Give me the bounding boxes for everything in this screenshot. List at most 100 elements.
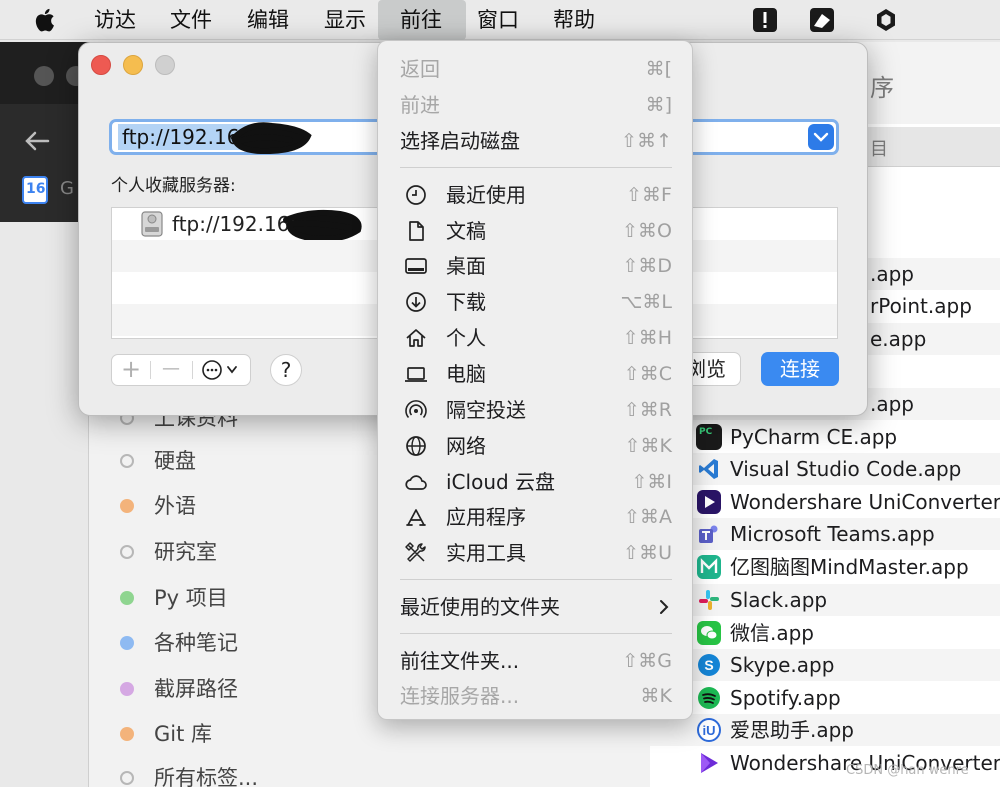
close-button[interactable] xyxy=(91,55,111,75)
hexagon-icon[interactable] xyxy=(872,6,900,34)
menu-item-forward[interactable]: 前进 ⌘] xyxy=(378,88,694,122)
app-name: rPoint.app xyxy=(870,294,972,318)
more-options-button[interactable] xyxy=(196,355,250,385)
app-row-aisi[interactable]: iU 爱思助手.app xyxy=(650,714,1000,746)
tag-dot xyxy=(120,727,134,741)
menu-item-shortcut: ⇧⌘F xyxy=(626,184,672,206)
menu-item-airdrop[interactable]: 隔空投送 ⇧⌘R xyxy=(378,393,694,427)
watermark: CSDN @han wenre xyxy=(846,763,969,778)
menu-item-connect-server[interactable]: 连接服务器... ⌘K xyxy=(378,679,694,713)
apps-icon xyxy=(406,509,426,526)
menu-item-label: 前进 xyxy=(400,93,440,117)
app-row-wechat[interactable]: 微信.app xyxy=(650,617,1000,649)
back-arrow-icon[interactable] xyxy=(22,126,52,156)
tag-label: 硬盘 xyxy=(154,449,196,473)
menu-item-label: 电脑 xyxy=(446,362,486,386)
menu-item-shortcut: ⌘K xyxy=(640,685,672,707)
tag-label: 研究室 xyxy=(154,540,217,564)
tag-label: Git 库 xyxy=(154,722,213,746)
uniconverter-icon xyxy=(697,490,721,514)
app-row-mindmaster[interactable]: 亿图脑图MindMaster.app xyxy=(650,551,1000,583)
menu-window[interactable]: 窗口 xyxy=(477,0,519,40)
alert-icon[interactable] xyxy=(751,6,779,34)
browser-close-dot[interactable] xyxy=(34,66,54,86)
tags-icon xyxy=(120,771,134,785)
menu-item-back[interactable]: 返回 ⌘[ xyxy=(378,52,694,86)
app-name: 爱思助手.app xyxy=(730,718,855,742)
apple-icon[interactable] xyxy=(32,6,60,34)
menu-separator xyxy=(400,579,672,580)
menu-view[interactable]: 显示 xyxy=(324,0,366,40)
help-button[interactable]: ? xyxy=(270,354,302,386)
tag-dot xyxy=(120,499,134,513)
pycharm-icon: PC xyxy=(696,424,722,450)
zoom-button[interactable] xyxy=(155,55,175,75)
calendar-icon[interactable]: 16 xyxy=(22,176,48,204)
tag-dot xyxy=(120,682,134,696)
tag-label: Py 项目 xyxy=(154,586,228,610)
app-name: e.app xyxy=(870,327,927,351)
app-row-vscode[interactable]: Visual Studio Code.app xyxy=(650,453,1000,485)
app-row-teams[interactable]: Microsoft Teams.app xyxy=(650,518,1000,550)
clock-icon xyxy=(406,185,426,205)
server-disk-icon xyxy=(141,211,163,237)
calendar-day: 16 xyxy=(26,181,46,197)
menu-item-icloud[interactable]: iCloud 云盘 ⇧⌘I xyxy=(378,465,694,499)
menu-item-desktop[interactable]: 桌面 ⇧⌘D xyxy=(378,249,694,283)
slack-icon xyxy=(699,590,719,610)
home-icon xyxy=(406,329,426,347)
app-icon[interactable] xyxy=(808,6,836,34)
menu-item-startup-disk[interactable]: 选择启动磁盘 ⇧⌘↑ xyxy=(378,124,694,158)
menu-item-computer[interactable]: 电脑 ⇧⌘C xyxy=(378,357,694,391)
menu-item-shortcut: ⇧⌘A xyxy=(624,506,672,528)
tag-dot xyxy=(120,545,134,559)
app-name: Spotify.app xyxy=(730,686,841,710)
menu-item-go-to-folder[interactable]: 前往文件夹... ⇧⌘G xyxy=(378,644,694,678)
menu-item-shortcut: ⇧⌘↑ xyxy=(621,130,672,152)
svg-text:iU: iU xyxy=(703,723,716,738)
menu-item-recents[interactable]: 最近使用 ⇧⌘F xyxy=(378,178,694,212)
menu-item-applications[interactable]: 应用程序 ⇧⌘A xyxy=(378,500,694,534)
ellipsis-circle-icon xyxy=(202,360,237,380)
menu-item-documents[interactable]: 文稿 ⇧⌘O xyxy=(378,214,694,248)
app-row-spotify[interactable]: Spotify.app xyxy=(650,682,1000,714)
redaction-scribble xyxy=(231,122,312,154)
menu-item-home[interactable]: 个人 ⇧⌘H xyxy=(378,321,694,355)
add-favorite-button[interactable]: + xyxy=(112,355,150,385)
connect-button[interactable]: 连接 xyxy=(761,352,839,386)
tag-label: 截屏路径 xyxy=(154,677,238,701)
remove-favorite-button[interactable]: — xyxy=(152,355,190,385)
app-row-pycharm[interactable]: PC PyCharm CE.app xyxy=(650,421,1000,453)
menu-item-utilities[interactable]: 实用工具 ⇧⌘U xyxy=(378,536,694,570)
app-name: .app xyxy=(870,392,915,416)
chevron-right-icon xyxy=(660,600,669,614)
menu-file[interactable]: 文件 xyxy=(170,0,212,40)
menu-item-recent-folders[interactable]: 最近使用的文件夹 xyxy=(378,590,694,624)
tools-icon xyxy=(405,542,426,562)
minimize-button[interactable] xyxy=(123,55,143,75)
menu-help[interactable]: 帮助 xyxy=(553,0,595,40)
favorites-segmented-control: + — xyxy=(111,354,251,386)
menu-item-network[interactable]: 网络 ⇧⌘K xyxy=(378,429,694,463)
app-row-skype[interactable]: S Skype.app xyxy=(650,649,1000,681)
menu-item-label: 个人 xyxy=(446,326,486,350)
menu-go[interactable]: 前往 xyxy=(378,0,466,40)
mindmaster-icon xyxy=(697,555,721,579)
aisi-icon: iU xyxy=(697,718,721,742)
favorites-label: 个人收藏服务器: xyxy=(111,176,236,196)
menu-edit[interactable]: 编辑 xyxy=(247,0,289,40)
menu-item-downloads[interactable]: 下载 ⌥⌘L xyxy=(378,285,694,319)
tag-label: 各种笔记 xyxy=(154,631,238,655)
menu-item-shortcut: ⇧⌘C xyxy=(623,363,672,385)
app-row-slack[interactable]: Slack.app xyxy=(650,584,1000,616)
app-row-uniconverter[interactable]: Wondershare UniConverter (1 xyxy=(650,486,1000,518)
menu-item-shortcut: ⇧⌘U xyxy=(623,542,672,564)
menu-finder[interactable]: 访达 xyxy=(94,0,136,40)
segment-divider xyxy=(192,361,193,379)
menu-item-label: 隔空投送 xyxy=(446,398,526,422)
menu-item-shortcut: ⇧⌘R xyxy=(623,399,672,421)
spotify-icon xyxy=(698,687,720,709)
tab-fragment: G xyxy=(60,178,74,199)
history-dropdown-button[interactable] xyxy=(808,124,834,150)
skype-icon: S xyxy=(698,654,720,676)
